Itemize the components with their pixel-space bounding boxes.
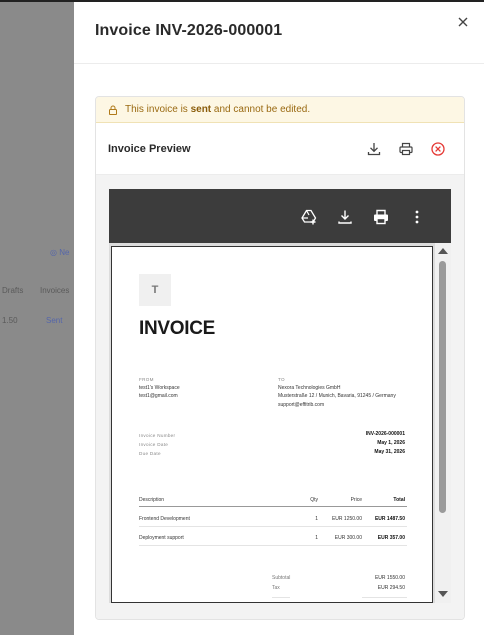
tax-value: EUR 294.50	[377, 585, 405, 591]
alert-prefix: This invoice is	[125, 104, 191, 115]
invoice-drawer: Invoice INV-2026-000001 This invoice is …	[74, 2, 484, 635]
tax-label: Tax	[272, 585, 280, 591]
pdf-scrollbar[interactable]	[435, 243, 451, 603]
background-fragment: Drafts	[2, 286, 24, 295]
invoice-title: INVOICE	[139, 318, 216, 339]
item-price: EUR 300.00	[334, 535, 362, 541]
column-header: Total	[393, 497, 405, 503]
pdf-viewer-toolbar	[109, 189, 451, 243]
download-icon[interactable]	[366, 141, 382, 157]
alert-suffix: and cannot be edited.	[211, 104, 311, 115]
meta-label: Invoice Date	[139, 442, 169, 447]
invoice-logo: T	[139, 274, 171, 306]
background-fragment: ◎ Ne	[50, 248, 70, 257]
preview-title: Invoice Preview	[108, 143, 191, 155]
pdf-viewer: T INVOICE FROM test1's Workspace test1@g…	[109, 189, 451, 603]
from-line: test1@gmail.com	[139, 393, 178, 399]
download-icon[interactable]	[336, 208, 354, 226]
status-alert: This invoice is sent and cannot be edite…	[96, 97, 464, 123]
table-row-rule	[139, 545, 407, 546]
meta-value: May 31, 2026	[374, 449, 405, 455]
totals-rule	[362, 597, 407, 598]
alert-status: sent	[190, 104, 212, 115]
to-line: support@effitrib.com	[278, 402, 325, 408]
print-icon[interactable]	[372, 208, 390, 226]
to-line: Musterstraße 12 / Munich, Bavaria, 91245…	[278, 393, 396, 399]
print-icon[interactable]	[398, 141, 414, 157]
meta-label: Invoice Number	[139, 433, 176, 438]
background-fragment: Sent	[46, 316, 63, 325]
item-price: EUR 1250.00	[331, 516, 362, 522]
scroll-thumb[interactable]	[439, 261, 446, 513]
item-qty: 1	[315, 516, 318, 522]
preview-toolbar: Invoice Preview	[96, 123, 464, 175]
more-vert-icon[interactable]	[408, 208, 426, 226]
item-total: EUR 357.00	[377, 535, 405, 541]
meta-label: Due Date	[139, 451, 161, 456]
background-fragment: Invoices	[40, 286, 70, 295]
scroll-down-arrow-icon[interactable]	[438, 591, 448, 597]
meta-value: May 1, 2026	[377, 440, 405, 446]
drawer-title: Invoice INV-2026-000001	[95, 22, 283, 39]
pdf-viewer-body: T INVOICE FROM test1's Workspace test1@g…	[109, 243, 451, 603]
item-description: Deployment support	[139, 535, 184, 541]
from-label: FROM	[139, 377, 154, 382]
add-to-drive-icon[interactable]	[300, 208, 318, 226]
to-label: TO	[278, 377, 285, 382]
table-row-rule	[139, 526, 407, 527]
pdf-viewer-area: T INVOICE FROM test1's Workspace test1@g…	[96, 175, 464, 619]
drawer-header: Invoice INV-2026-000001	[74, 2, 484, 64]
close-icon	[458, 17, 468, 27]
column-header: Description	[139, 497, 165, 503]
totals-rule	[272, 597, 290, 598]
invoice-page: T INVOICE FROM test1's Workspace test1@g…	[111, 246, 433, 603]
item-description: Frontend Development	[139, 516, 190, 522]
close-circle-icon[interactable]	[430, 141, 446, 157]
subtotal-label: Subtotal	[272, 575, 291, 581]
item-qty: 1	[315, 535, 318, 541]
item-total: EUR 1487.50	[374, 516, 405, 522]
column-header: Qty	[310, 497, 318, 503]
meta-value: INV-2026-000001	[365, 431, 405, 437]
close-button[interactable]	[455, 14, 471, 30]
background-fragment: 1.50	[2, 316, 18, 325]
invoice-preview-card: This invoice is sent and cannot be edite…	[95, 96, 465, 620]
scroll-up-arrow-icon[interactable]	[438, 248, 448, 254]
lock-icon	[109, 105, 117, 115]
subtotal-value: EUR 1550.00	[374, 575, 405, 581]
column-header: Price	[350, 497, 362, 503]
table-header-rule	[139, 506, 407, 507]
